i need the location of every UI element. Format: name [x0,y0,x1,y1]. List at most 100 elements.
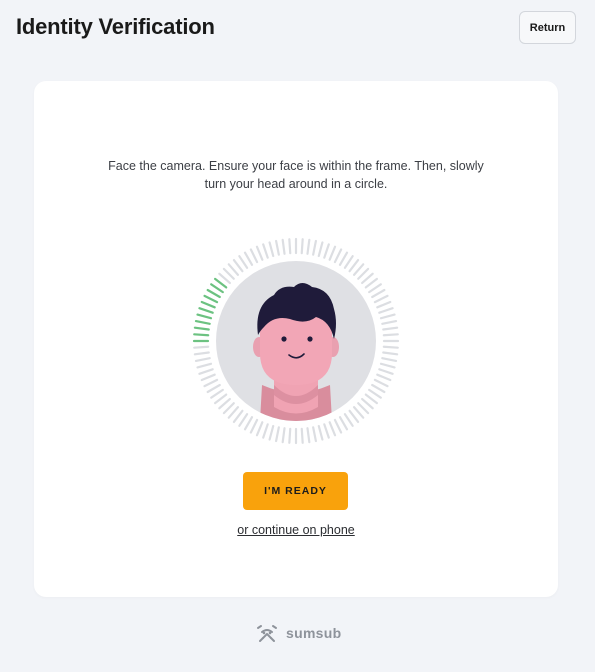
progress-tick [288,238,292,255]
progress-tick [268,241,275,258]
continue-on-phone-link[interactable]: or continue on phone [237,523,354,537]
progress-tick [243,416,254,431]
progress-tick [232,258,244,273]
progress-tick [379,313,396,320]
progress-tick [382,345,399,349]
progress-tick [275,239,280,256]
progress-tick [249,418,259,434]
progress-tick-complete [203,294,219,304]
progress-tick [381,357,398,362]
progress-tick [203,378,219,388]
progress-tick [352,263,365,276]
progress-tick [333,248,343,264]
progress-tick [373,378,389,388]
progress-tick [381,320,398,325]
progress-tick [376,300,392,309]
progress-tick [364,393,379,405]
progress-tick [210,388,224,399]
progress-tick [373,294,389,304]
progress-tick [288,427,292,444]
progress-tick [243,251,254,266]
progress-tick [306,427,311,444]
progress-tick [343,413,354,427]
progress-tick [317,241,324,258]
progress-tick-complete [193,333,210,337]
progress-tick-complete [198,307,214,314]
progress-tick [268,424,275,441]
progress-tick [218,397,231,410]
progress-tick [368,283,382,294]
instructions-text: Face the camera. Ensure your face is wit… [108,159,484,191]
progress-tick [255,245,264,261]
progress-tick [255,421,264,437]
progress-tick-complete [193,326,210,331]
progress-tick [312,426,317,443]
progress-tick [222,402,235,415]
progress-tick [206,383,221,394]
progress-tick [361,272,374,285]
progress-tick [222,267,235,280]
continue-on-phone-link-row: or continue on phone [34,523,558,537]
face-scan-ring [192,237,400,445]
progress-tick [227,406,240,419]
progress-tick [300,238,304,255]
progress-tick [378,368,394,375]
verification-card: Face the camera. Ensure your face is wit… [34,81,558,597]
progress-tick [357,267,370,280]
progress-tick [213,393,228,405]
progress-tick [198,368,214,375]
progress-tick [200,373,216,382]
progress-tick [323,423,330,439]
progress-tick [281,238,286,255]
progress-tick [376,373,392,382]
progress-tick-complete [196,313,213,320]
progress-tick [317,424,324,441]
progress-tick [262,423,269,439]
progress-tick [382,326,399,331]
progress-tick [323,243,330,259]
progress-tick [328,245,337,261]
progress-tick [382,333,399,337]
progress-tick [343,255,354,269]
progress-tick-complete [213,277,228,289]
progress-tick [364,277,379,289]
progress-tick [193,351,210,356]
progress-tick [348,409,360,424]
progress-tick [281,427,286,444]
progress-tick [371,383,386,394]
progress-tick [328,421,337,437]
progress-tick [368,388,382,399]
progress-tick [227,263,240,276]
sumsub-logo-icon [257,625,277,642]
progress-tick [275,426,280,443]
progress-tick [218,272,231,285]
brand-name: sumsub [286,625,342,641]
page-title: Identity Verification [16,14,215,39]
return-button[interactable]: Return [519,11,576,44]
progress-tick-complete [200,300,216,309]
im-ready-button[interactable]: I'M READY [243,472,348,510]
progress-tick [382,351,399,356]
brand-footer: sumsub [252,622,341,644]
progress-tick [333,418,343,434]
progress-tick [338,251,349,266]
progress-tick [378,307,394,314]
progress-tick [193,345,210,349]
progress-tick [249,248,259,264]
progress-tick [196,362,213,369]
progress-tick [306,238,311,255]
progress-tick [371,288,386,299]
progress-tick [232,409,244,424]
progress-tick-complete [206,288,221,299]
face-illustration-icon [216,261,376,421]
progress-tick [262,243,269,259]
progress-tick [361,397,374,410]
progress-tick [352,406,365,419]
progress-tick [312,239,317,256]
progress-tick [379,362,396,369]
progress-tick [300,427,304,444]
progress-tick-complete [210,283,224,294]
progress-tick [194,357,211,362]
progress-tick [338,416,349,431]
progress-tick [348,258,360,273]
